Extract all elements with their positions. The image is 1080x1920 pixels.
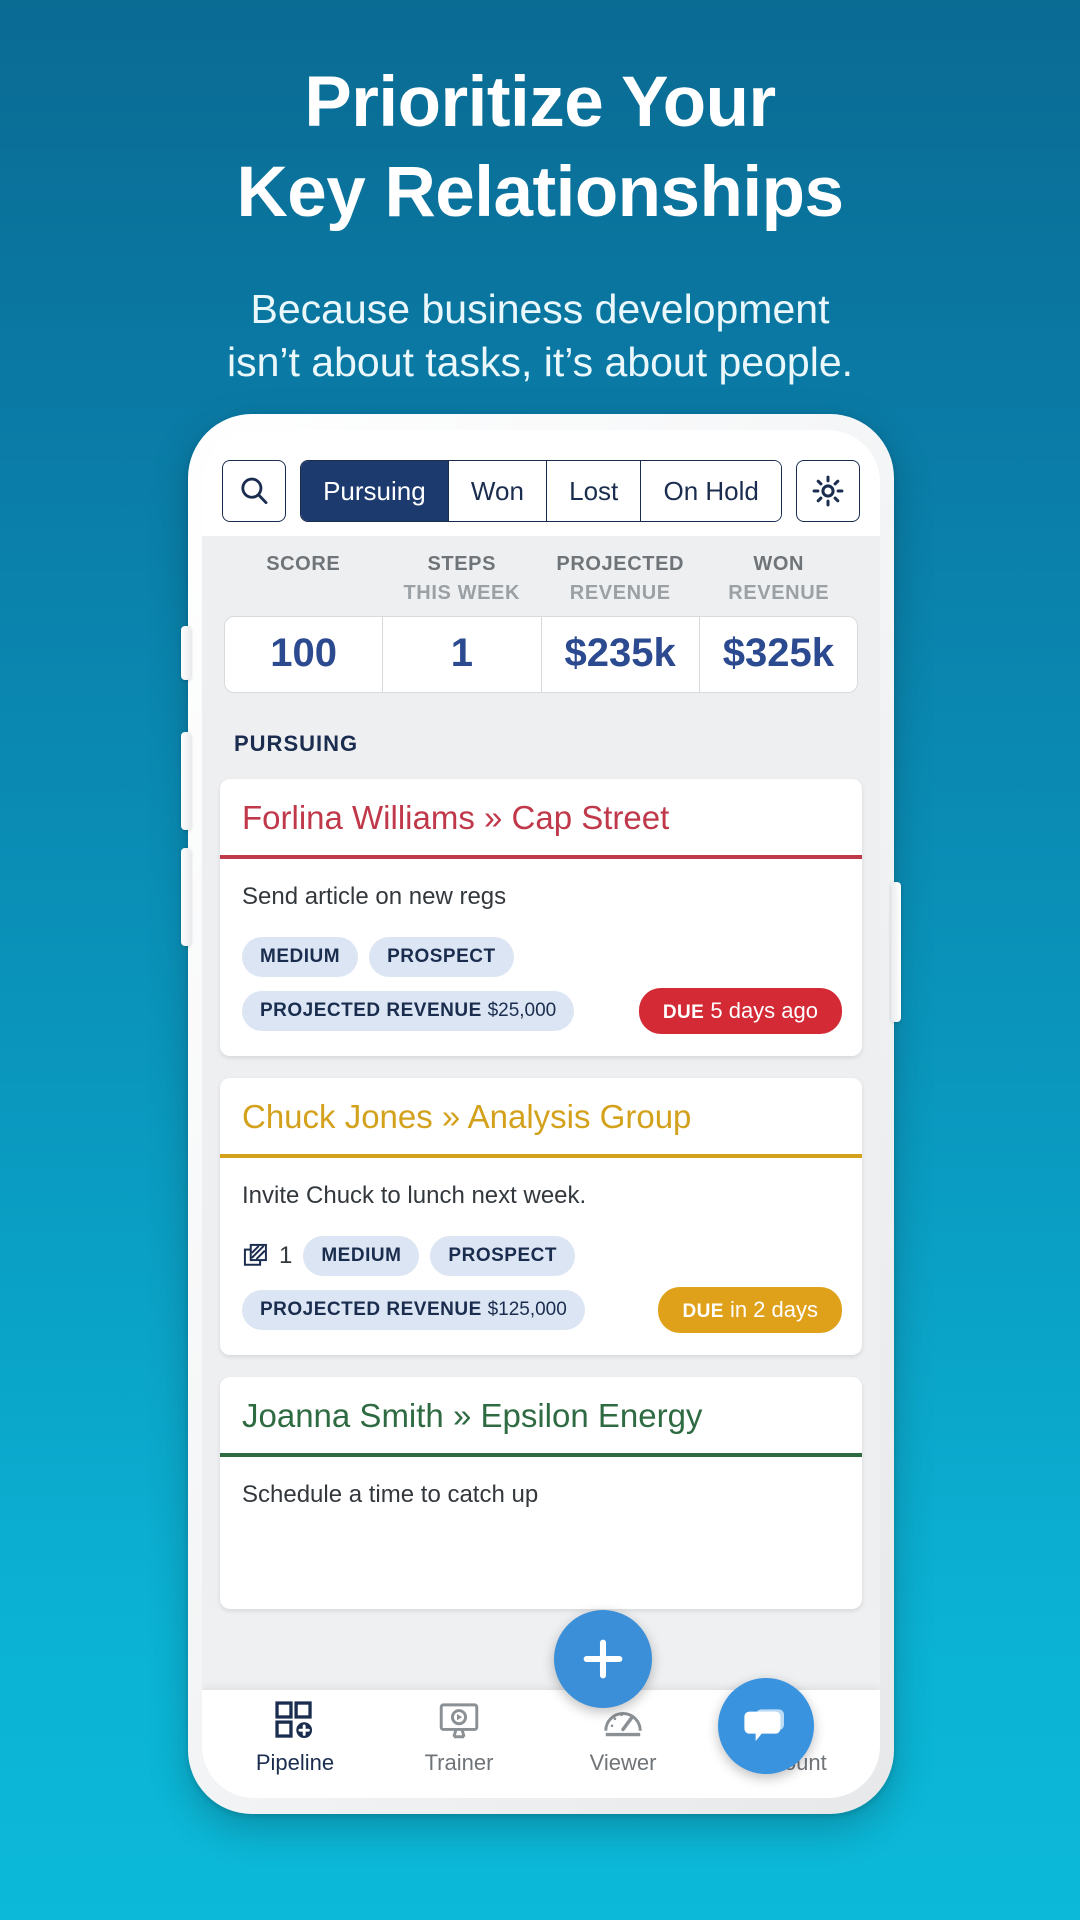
tab-pursuing[interactable]: Pursuing	[301, 461, 449, 521]
section-header-pursuing: PURSUING	[202, 715, 880, 779]
card-bottom-row: PROJECTED REVENUE $125,000 DUE in 2 days	[242, 1287, 842, 1333]
pipeline-icon	[275, 1701, 313, 1739]
nav-label-pipeline: Pipeline	[255, 1750, 335, 1775]
app-toolbar: Pursuing Won Lost On Hold	[202, 430, 880, 536]
projected-revenue-chip[interactable]: PROJECTED REVENUE $25,000	[242, 991, 575, 1031]
gear-icon	[812, 475, 844, 507]
priority-chip[interactable]: MEDIUM	[303, 1236, 420, 1276]
search-button[interactable]	[222, 460, 286, 522]
phone-volume-down-button[interactable]	[181, 848, 191, 946]
stat-header-steps: STEPS THIS WEEK	[403, 553, 520, 604]
nav-item-viewer[interactable]: Viewer	[569, 1699, 677, 1776]
attachment-count: 1	[279, 1242, 293, 1269]
chat-support-button[interactable]	[718, 1678, 814, 1774]
card-task-text: Schedule a time to catch up	[242, 1481, 539, 1508]
search-icon	[241, 477, 268, 505]
due-badge: DUE in 2 days	[658, 1287, 842, 1333]
copies-icon	[243, 1243, 267, 1266]
list-item[interactable]: Chuck Jones » Analysis Group Invite Chuc…	[220, 1078, 862, 1355]
stat-value-won-revenue: $325k	[722, 631, 834, 675]
nav-item-trainer[interactable]: Trainer	[405, 1699, 513, 1776]
attachment-indicator[interactable]: 1	[242, 1242, 292, 1270]
settings-button[interactable]	[796, 460, 860, 522]
plus-icon	[583, 1639, 623, 1679]
stat-header-won: WON REVENUE	[728, 553, 830, 604]
tab-won[interactable]: Won	[448, 461, 548, 521]
tab-on-hold[interactable]: On Hold	[641, 461, 781, 521]
stat-value-projected-revenue: $235k	[542, 617, 700, 692]
list-item[interactable]: Forlina Williams » Cap Street Send artic…	[220, 779, 862, 1056]
card-chip-row: MEDIUM PROSPECT	[242, 937, 842, 977]
chat-bubble-icon	[744, 1709, 784, 1742]
card-chip-row: 1 MEDIUM PROSPECT	[242, 1236, 842, 1276]
page-title-line-2: Key Relationships	[236, 153, 845, 233]
phone-power-button[interactable]	[891, 882, 901, 1022]
priority-chip[interactable]: MEDIUM	[242, 937, 359, 977]
list-item[interactable]: Joanna Smith » Epsilon Energy Schedule a…	[220, 1377, 862, 1609]
page-title-line-1: Prioritize Your	[304, 63, 776, 142]
card-title: Chuck Jones » Analysis Group	[242, 1098, 692, 1135]
stage-chip[interactable]: PROSPECT	[430, 1236, 575, 1276]
page-subtitle-line-1: Because business development	[250, 286, 830, 333]
phone-volume-up-button[interactable]	[181, 732, 191, 830]
stat-header-score: SCORE	[266, 553, 341, 575]
phone-silent-switch[interactable]	[181, 626, 191, 680]
stats-headers: SCORE STEPS THIS WEEK PROJECTED REVENUE …	[224, 550, 858, 608]
card-task-text: Send article on new regs	[242, 883, 507, 910]
nav-label-trainer: Trainer	[424, 1750, 494, 1775]
card-meta	[220, 1519, 862, 1609]
page-subtitle: Because business development isn’t about…	[0, 238, 1080, 388]
card-task-text: Invite Chuck to lunch next week.	[242, 1182, 587, 1209]
phone-screen: Pursuing Won Lost On Hold SCORE STEPS TH…	[202, 430, 880, 1798]
stage-chip[interactable]: PROSPECT	[369, 937, 514, 977]
phone-mockup: Pursuing Won Lost On Hold SCORE STEPS TH…	[181, 414, 901, 1814]
status-filter-tabs: Pursuing Won Lost On Hold	[300, 460, 782, 522]
stats-values: 100 1 $235k $325k	[224, 616, 858, 693]
opportunity-list: Forlina Williams » Cap Street Send artic…	[202, 779, 880, 1609]
card-meta: MEDIUM PROSPECT PROJECTED REVENUE $25,00…	[220, 921, 862, 1056]
card-title: Forlina Williams » Cap Street	[242, 799, 670, 836]
nav-item-pipeline[interactable]: Pipeline	[241, 1699, 349, 1776]
hero-section: Prioritize Your Key Relationships Becaus…	[0, 0, 1080, 388]
stat-value-score: 100	[225, 617, 384, 692]
tab-lost[interactable]: Lost	[547, 461, 642, 521]
page-title: Prioritize Your Key Relationships	[0, 0, 1080, 238]
card-meta: 1 MEDIUM PROSPECT PROJECTED REVENUE $125…	[220, 1220, 862, 1355]
nav-label-viewer: Viewer	[589, 1750, 657, 1775]
stat-header-projected: PROJECTED REVENUE	[556, 553, 685, 604]
stat-value-steps: 1	[383, 617, 542, 692]
due-badge: DUE 5 days ago	[638, 988, 842, 1034]
add-opportunity-button[interactable]	[554, 1610, 652, 1708]
card-bottom-row: PROJECTED REVENUE $25,000 DUE 5 days ago	[242, 988, 842, 1034]
card-title: Joanna Smith » Epsilon Energy	[242, 1397, 703, 1434]
projected-revenue-chip[interactable]: PROJECTED REVENUE $125,000	[242, 1290, 585, 1330]
page-subtitle-line-2: isn’t about tasks, it’s about people.	[226, 338, 854, 385]
trainer-icon	[439, 1703, 479, 1739]
stats-summary: SCORE STEPS THIS WEEK PROJECTED REVENUE …	[202, 536, 880, 715]
